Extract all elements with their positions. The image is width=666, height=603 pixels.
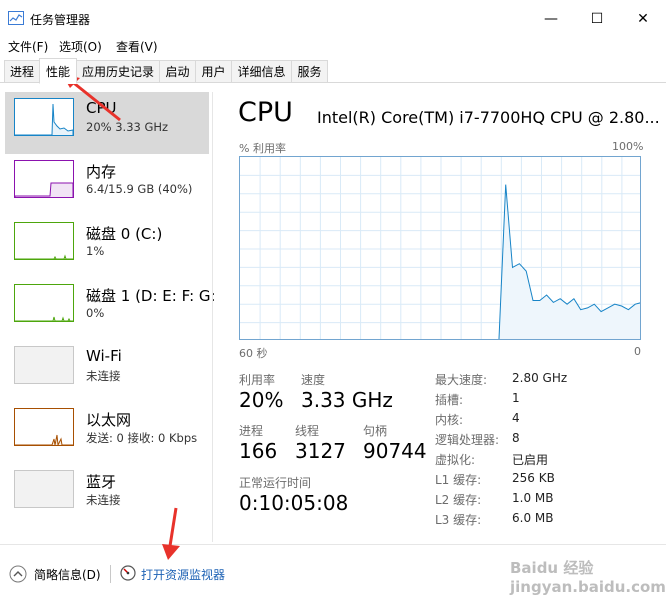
sidebar-item-name: 蓝牙 — [86, 473, 117, 491]
detail-label: 虚拟化: — [435, 453, 476, 467]
threads-label: 线程 — [295, 424, 320, 438]
detail-label: 内核: — [435, 413, 464, 427]
graph-max-label: 100% — [612, 140, 644, 153]
handles-value: 90744 — [363, 439, 427, 463]
resource-sidebar: CPU 20% 3.33 GHz 内存 6.4/15.9 GB (40%) 磁盘… — [0, 92, 216, 544]
sidebar-item-name: Wi-Fi — [86, 347, 122, 365]
sidebar-item-disk1[interactable]: 磁盘 1 (D: E: F: G: 0% — [5, 278, 216, 340]
wifi-thumbnail-graph — [14, 346, 74, 384]
graph-min-label: 0 — [634, 345, 641, 358]
window-title: 任务管理器 — [30, 13, 91, 27]
sidebar-item-disk0[interactable]: 磁盘 0 (C:) 1% — [5, 216, 209, 278]
disk1-thumbnail-graph — [14, 284, 74, 322]
maximize-button[interactable]: ☐ — [574, 4, 620, 34]
task-manager-icon — [8, 11, 24, 25]
cpu-usage-graph — [239, 156, 641, 340]
detail-value: 1 — [512, 391, 520, 405]
menu-bar: 文件(F) 选项(O) 查看(V) — [0, 36, 666, 56]
resource-monitor-icon — [120, 565, 136, 581]
sidebar-item-name: 磁盘 0 (C:) — [86, 225, 163, 243]
utilization-label: 利用率 — [239, 373, 276, 387]
memory-thumbnail-graph — [14, 160, 74, 198]
title-bar: 任务管理器 — ☐ ✕ — [0, 0, 666, 36]
tab-services[interactable]: 服务 — [291, 60, 328, 82]
footer-divider — [110, 565, 111, 583]
detail-label: 最大速度: — [435, 373, 488, 387]
tab-details[interactable]: 详细信息 — [231, 60, 292, 82]
sidebar-item-name: 以太网 — [86, 411, 132, 429]
minimize-button[interactable]: — — [528, 4, 574, 34]
page-title: CPU — [238, 97, 293, 128]
detail-label: 逻辑处理器: — [435, 433, 500, 447]
handles-label: 句柄 — [363, 424, 388, 438]
sidebar-item-value: 发送: 0 接收: 0 Kbps — [86, 431, 198, 445]
sidebar-item-name: 内存 — [86, 163, 117, 181]
threads-value: 3127 — [295, 439, 346, 463]
tab-performance[interactable]: 性能 — [39, 58, 77, 84]
sidebar-item-value: 0% — [86, 306, 105, 320]
tab-users[interactable]: 用户 — [195, 60, 232, 82]
detail-label: L2 缓存: — [435, 493, 482, 507]
close-button[interactable]: ✕ — [620, 4, 666, 34]
detail-value: 256 KB — [512, 471, 555, 485]
disk0-thumbnail-graph — [14, 222, 74, 260]
menu-options[interactable]: 选项(O) — [59, 38, 102, 55]
footer-bar: 简略信息(D) 打开资源监视器 Baidu 经验 jingyan.baidu.c… — [0, 544, 666, 603]
sidebar-item-memory[interactable]: 内存 6.4/15.9 GB (40%) — [5, 154, 209, 216]
uptime-value: 0:10:05:08 — [239, 491, 349, 515]
processes-value: 166 — [239, 439, 278, 463]
sidebar-item-value: 1% — [86, 244, 105, 258]
uptime-label: 正常运行时间 — [239, 476, 312, 490]
panel-divider — [212, 92, 213, 542]
speed-label: 速度 — [301, 373, 326, 387]
tab-startup[interactable]: 启动 — [159, 60, 196, 82]
cpu-model: Intel(R) Core(TM) i7-7700HQ CPU @ 2.80..… — [317, 108, 660, 127]
detail-value: 2.80 GHz — [512, 371, 568, 385]
utilization-value: 20% — [239, 388, 284, 412]
graph-time-label: 60 秒 — [239, 347, 268, 360]
sidebar-item-value: 未连接 — [86, 493, 121, 507]
detail-label: 插槽: — [435, 393, 464, 407]
sidebar-item-value: 未连接 — [86, 369, 121, 383]
sidebar-item-wifi[interactable]: Wi-Fi 未连接 — [5, 340, 209, 402]
tab-processes[interactable]: 进程 — [4, 60, 40, 82]
sidebar-item-value: 6.4/15.9 GB (40%) — [86, 182, 193, 196]
annotation-arrow — [162, 507, 180, 560]
detail-label: L3 缓存: — [435, 513, 482, 527]
chevron-up-icon[interactable] — [9, 565, 27, 583]
fewer-details-button[interactable]: 简略信息(D) — [34, 566, 101, 583]
detail-label: L1 缓存: — [435, 473, 482, 487]
detail-value: 6.0 MB — [512, 511, 554, 525]
watermark: Baidu 经验 jingyan.baidu.com — [510, 559, 666, 596]
open-resource-monitor-link[interactable]: 打开资源监视器 — [141, 566, 225, 583]
speed-value: 3.33 GHz — [301, 388, 393, 412]
ethernet-thumbnail-graph — [14, 408, 74, 446]
detail-value: 已启用 — [512, 453, 549, 467]
graph-label: % 利用率 — [239, 142, 286, 155]
detail-value: 1.0 MB — [512, 491, 554, 505]
bluetooth-thumbnail-graph — [14, 470, 74, 508]
menu-view[interactable]: 查看(V) — [116, 38, 158, 55]
sidebar-item-ethernet[interactable]: 以太网 发送: 0 接收: 0 Kbps — [5, 402, 209, 464]
sidebar-item-name: 磁盘 1 (D: E: F: G: — [86, 287, 216, 305]
detail-value: 4 — [512, 411, 520, 425]
detail-value: 8 — [512, 431, 520, 445]
menu-file[interactable]: 文件(F) — [8, 38, 48, 55]
processes-label: 进程 — [239, 424, 264, 438]
